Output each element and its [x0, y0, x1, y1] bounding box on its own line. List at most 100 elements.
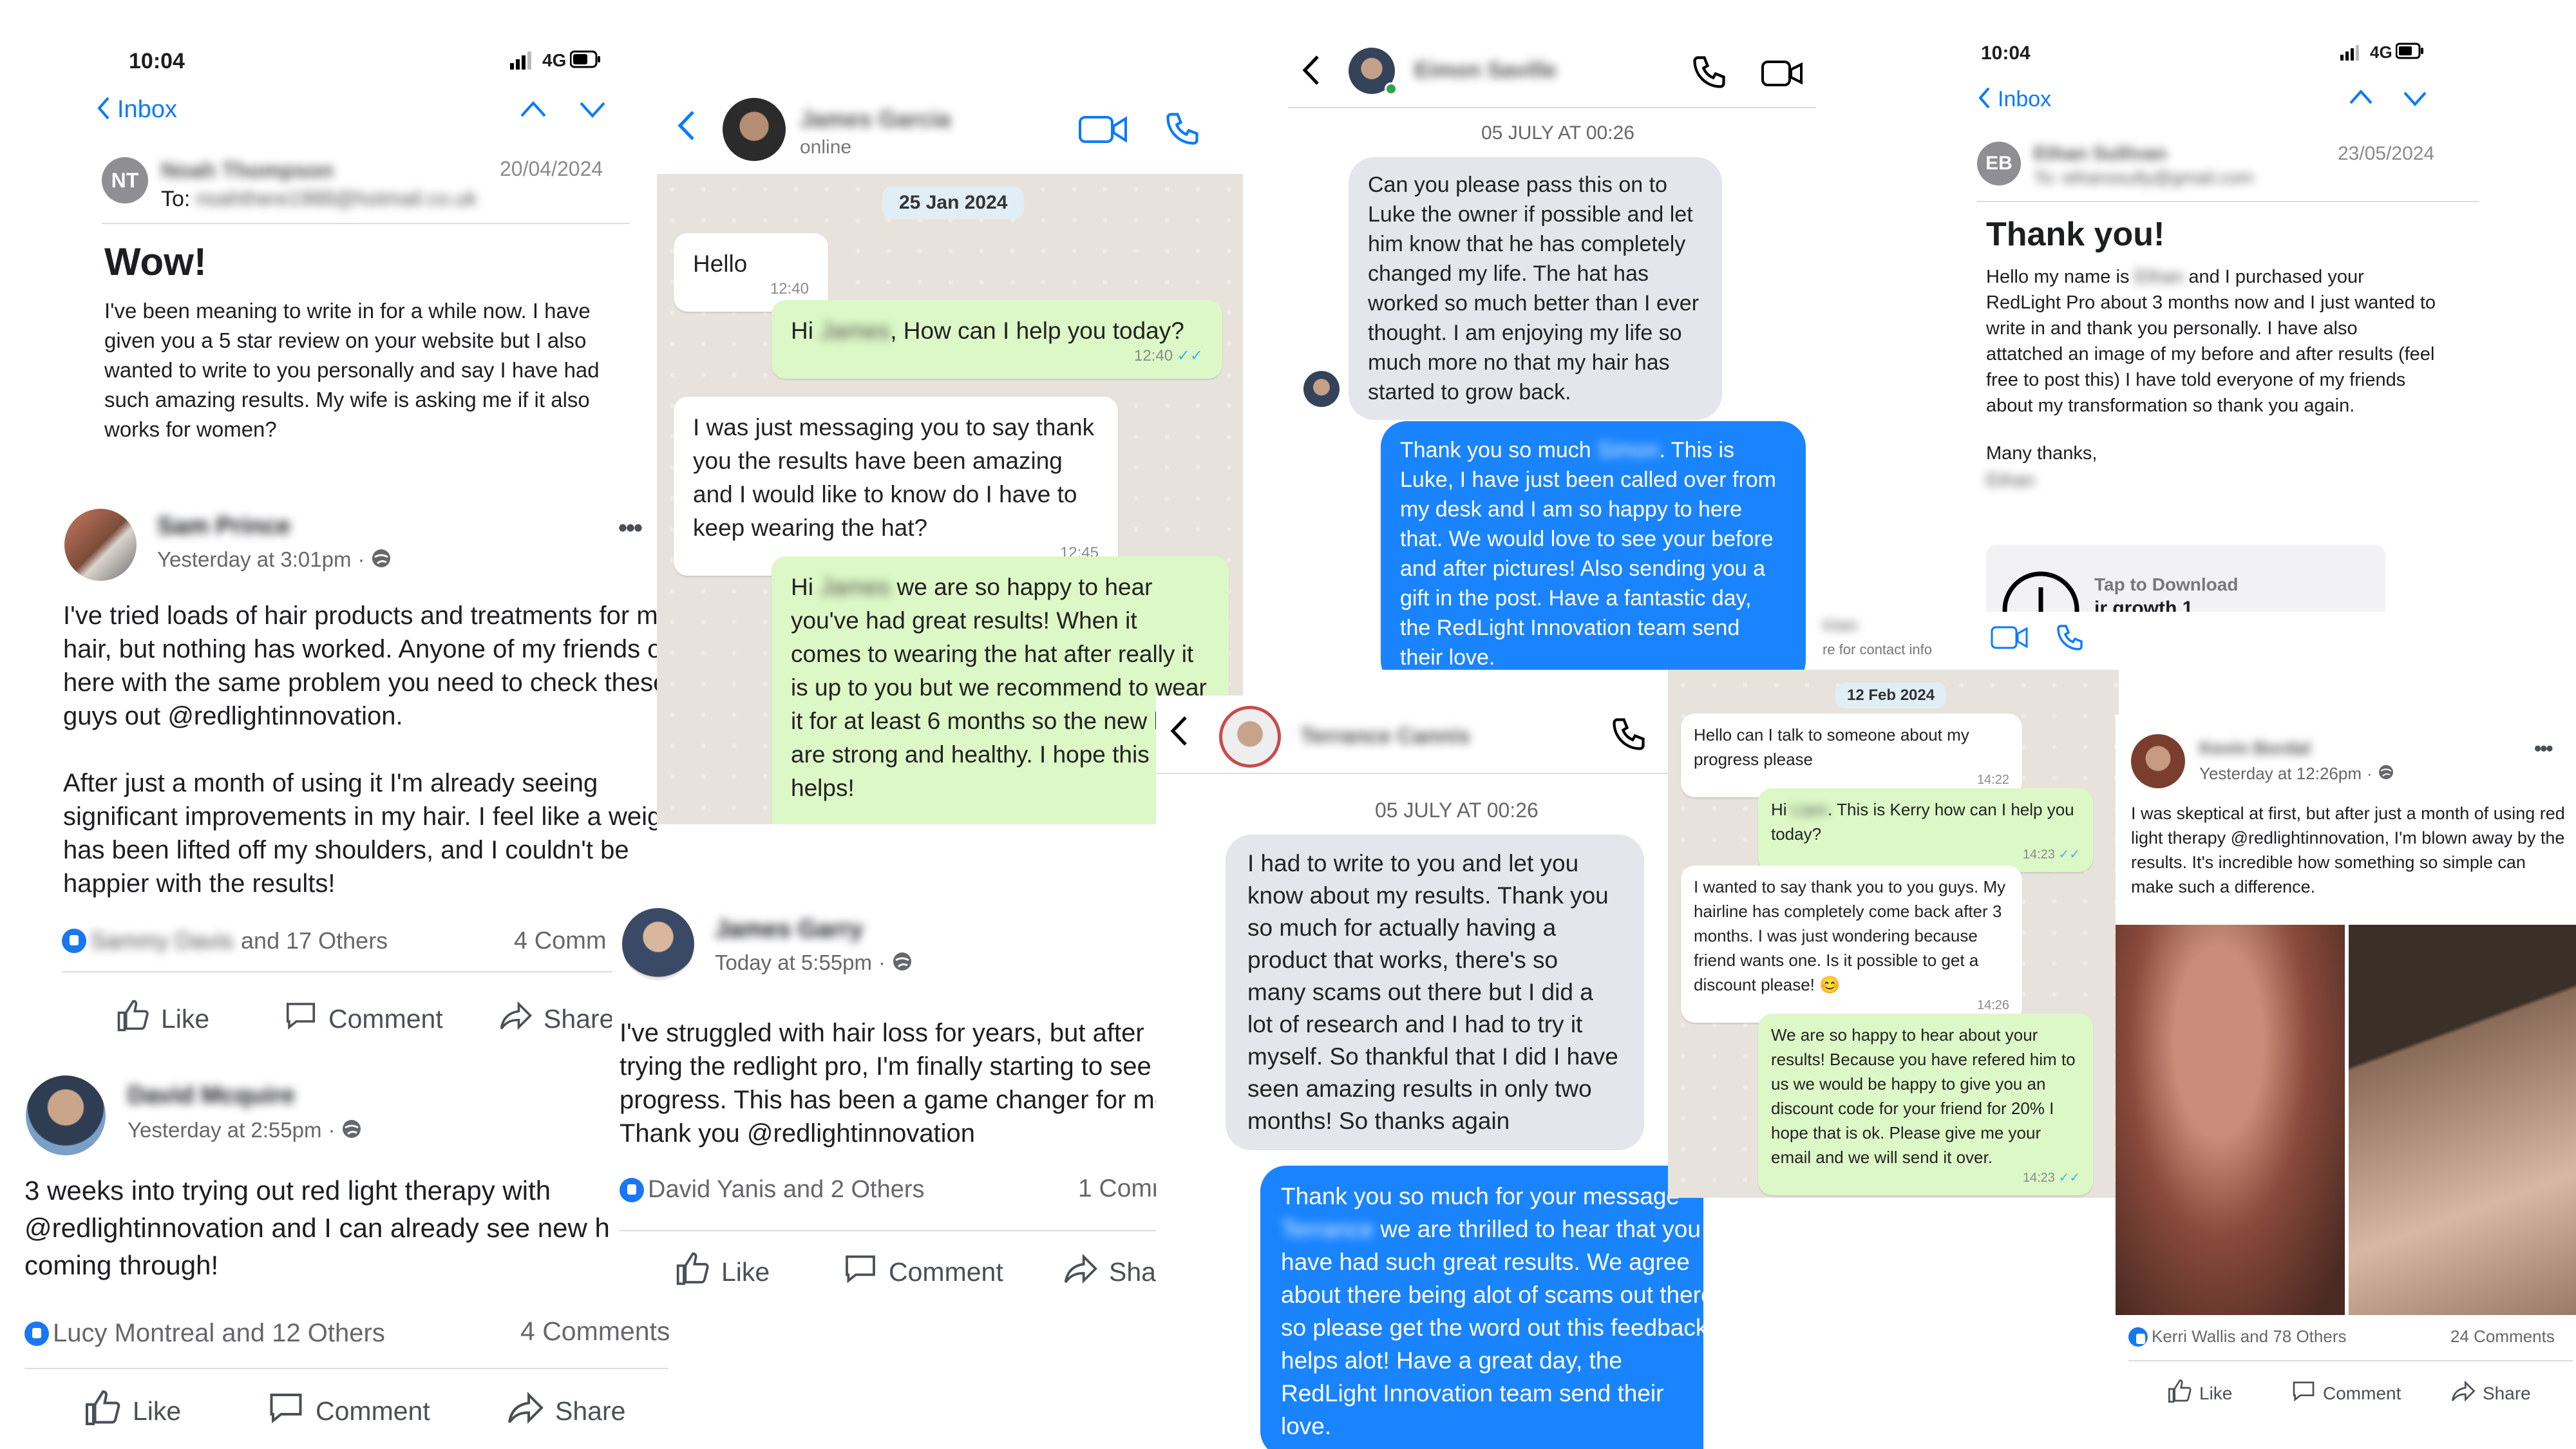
sender-avatar: EB: [1977, 142, 2021, 185]
message-time: 14:22: [1976, 773, 2009, 787]
author-name: Kevin Bordal: [2199, 738, 2311, 758]
message-in: I had to write to you and let you know a…: [1226, 835, 1644, 1150]
message-time: 12:40: [770, 280, 809, 298]
message-text-pre: Hi: [1771, 800, 1787, 819]
comment-label: Comment: [889, 1256, 1003, 1287]
contact-name: James Garcia: [800, 106, 951, 132]
video-call-icon[interactable]: [1761, 59, 1803, 91]
chat-date: 05 JULY AT 00:26: [1481, 122, 1634, 144]
header-divider: [1288, 107, 1816, 108]
share-button[interactable]: Share: [506, 1388, 625, 1434]
reactions-row[interactable]: Sammy Davis and 17 Others: [62, 927, 388, 954]
reactors-count: and 17 Others: [241, 927, 388, 954]
actions-divider: [24, 1368, 668, 1369]
chevron-up-icon[interactable]: [519, 99, 547, 122]
post-meta: Yesterday at 3:01pm ·: [157, 547, 392, 572]
reactions-row[interactable]: David Yanis and 2 Others: [620, 1176, 925, 1204]
message-out: Hi Liam. This is Kerry how can I help yo…: [1758, 788, 2093, 872]
reactions-row[interactable]: Kerri Wallis and 78 Others: [2128, 1327, 2346, 1347]
back-to-inbox[interactable]: Inbox: [95, 95, 177, 124]
status-time: 10:04: [129, 49, 185, 73]
video-call-icon[interactable]: [1990, 625, 2029, 654]
phone-icon[interactable]: [1163, 109, 1202, 151]
contact-name: Kitan: [1823, 617, 1858, 634]
message-text-post: . This is Luke, I have just been called …: [1400, 438, 1776, 670]
email-body: I've been meaning to write in for a whil…: [104, 299, 600, 441]
actions-divider: [62, 971, 654, 972]
post-time: Today at 5:55pm: [715, 951, 872, 974]
online-dot: [1385, 82, 1397, 95]
phone-icon[interactable]: [1690, 53, 1728, 95]
message-text-pre: Hi: [791, 574, 813, 600]
share-icon: [498, 998, 533, 1039]
fb-post-james-garry: James Garry Today at 5:55pm · ••• I've s…: [612, 889, 1230, 1301]
author-name: James Garry: [715, 916, 864, 943]
comments-count[interactable]: 24 Comments: [2450, 1327, 2555, 1347]
like-button[interactable]: Like: [84, 1388, 181, 1434]
dot-separator: ·: [2367, 764, 2372, 783]
network-label: 4G: [542, 50, 567, 70]
email-subject: Thank you!: [1986, 216, 2165, 253]
like-button[interactable]: Like: [116, 998, 209, 1039]
comment-icon: [2291, 1378, 2316, 1408]
share-icon: [2450, 1378, 2476, 1408]
like-button[interactable]: Like: [675, 1251, 770, 1293]
share-button[interactable]: Share: [498, 998, 614, 1039]
chevron-down-icon[interactable]: [2402, 90, 2428, 110]
back-arrow-icon[interactable]: [676, 109, 696, 145]
like-label: Like: [2199, 1383, 2233, 1403]
header-divider: [1977, 201, 2479, 202]
comments-count[interactable]: 4 Comm: [514, 927, 607, 955]
share-icon: [506, 1388, 545, 1434]
messenger-eimon: Eimon Saville 05 JULY AT 00:26 Can you p…: [1288, 26, 1823, 670]
comment-button[interactable]: Comment: [2291, 1378, 2401, 1408]
share-button[interactable]: Share: [2450, 1378, 2531, 1408]
comment-label: Comment: [328, 1003, 443, 1034]
network-label: 4G: [2370, 43, 2392, 62]
contact-name: Terrance Cannis: [1300, 724, 1470, 748]
chevron-down-icon[interactable]: [578, 100, 607, 123]
like-button[interactable]: Like: [2167, 1378, 2232, 1408]
attachment-card[interactable]: Tap to Download ir growth 1 KB: [1986, 545, 2385, 612]
comment-button[interactable]: Comment: [842, 1251, 1003, 1293]
back-arrow-icon[interactable]: [1169, 715, 1188, 750]
back-arrow-icon[interactable]: [1301, 54, 1320, 90]
contact-info-hint: re for contact info: [1823, 641, 1932, 658]
video-call-icon[interactable]: [1078, 113, 1128, 149]
more-options-icon[interactable]: •••: [2534, 737, 2553, 761]
fb-post-kevin: Kevin Bordal Yesterday at 12:26pm · ••• …: [2116, 715, 2576, 1449]
header-divider: [102, 223, 630, 224]
message-text-post: we are thrilled to hear that you have ha…: [1281, 1216, 1703, 1439]
reactions-row[interactable]: Lucy Montreal and 12 Others: [24, 1319, 385, 1348]
more-options-icon[interactable]: •••: [618, 514, 643, 543]
thumbs-up-icon: [84, 1388, 122, 1434]
email-ethan: 10:04 4G Inbox EB Ethan Sullivan To: eth…: [1964, 32, 2499, 612]
post-time: Yesterday at 3:01pm: [157, 547, 352, 571]
dot-separator: ·: [328, 1118, 336, 1142]
email-date: 23/05/2024: [2338, 143, 2435, 164]
comment-icon: [267, 1388, 305, 1434]
share-label: Share: [555, 1396, 626, 1426]
download-icon: [1999, 568, 2083, 612]
email-date: 20/04/2024: [500, 157, 603, 180]
contact-status: online: [800, 137, 852, 158]
chat-header: James Garcia online: [657, 77, 1243, 174]
phone-icon[interactable]: [1609, 715, 1648, 757]
like-reaction-icon: [62, 929, 86, 953]
message-text: Hello can I talk to someone about my pro…: [1694, 725, 1969, 769]
back-to-inbox[interactable]: Inbox: [1977, 86, 2051, 113]
comment-button[interactable]: Comment: [283, 998, 443, 1039]
globe-icon: [2378, 764, 2394, 784]
message-in: I was just messaging you to say thank yo…: [674, 397, 1118, 576]
body-post: and I purchased your RedLight Pro about …: [1986, 267, 2436, 416]
to-label: To:: [161, 187, 191, 211]
phone-icon[interactable]: [2054, 622, 2085, 656]
comments-count[interactable]: 4 Comments: [520, 1316, 670, 1347]
email-subject: Wow!: [104, 240, 207, 283]
comment-button[interactable]: Comment: [267, 1388, 430, 1434]
message-blurred-name: James: [820, 317, 891, 344]
message-text-pre: Thank you so much for your message: [1281, 1183, 1680, 1209]
reactors-text: Lucy Montreal and 12 Others: [53, 1319, 385, 1347]
chevron-up-icon[interactable]: [2348, 89, 2374, 109]
date-pill: 12 Feb 2024: [1835, 683, 1947, 708]
